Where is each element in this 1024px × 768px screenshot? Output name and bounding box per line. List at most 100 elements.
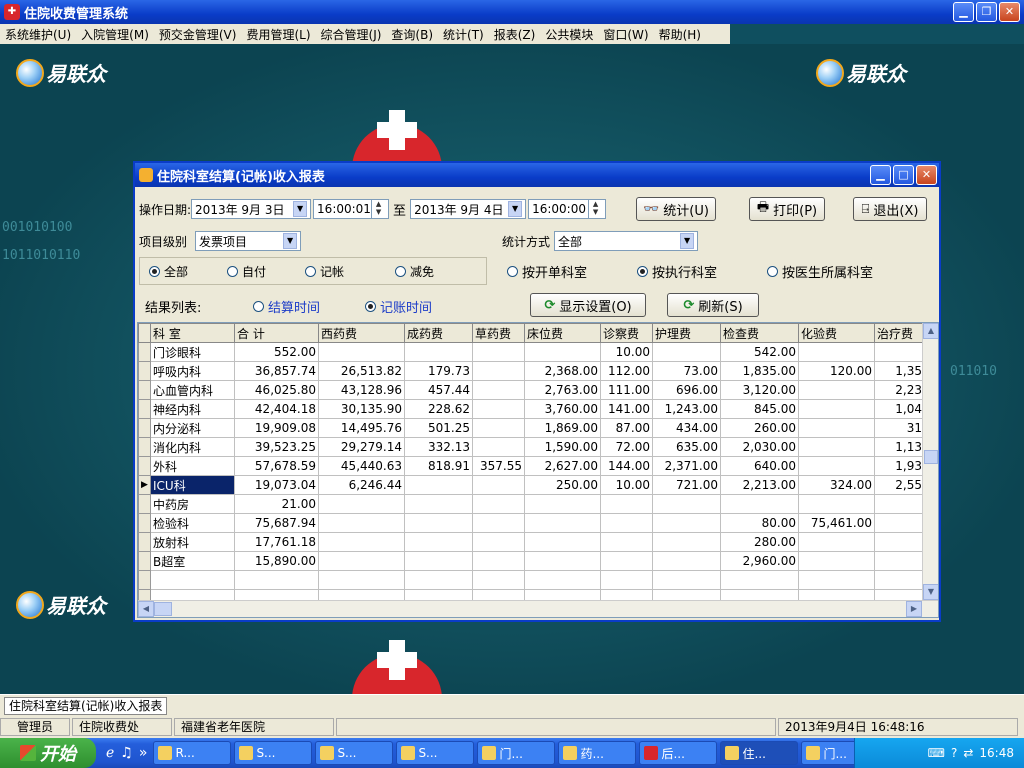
- amount-cell[interactable]: [798, 570, 875, 590]
- table-row[interactable]: 放射科 17,761.18 280.00: [138, 532, 930, 552]
- scroll-up-icon[interactable]: ▲: [923, 323, 938, 339]
- amount-cell[interactable]: [472, 342, 525, 362]
- amount-cell[interactable]: [404, 570, 473, 590]
- amount-cell[interactable]: [720, 494, 799, 514]
- column-header[interactable]: 合 计: [234, 323, 319, 343]
- amount-cell[interactable]: 46,025.80: [234, 380, 319, 400]
- table-row[interactable]: 内分泌科 19,909.08 14,495.76 501.25 1,869.00 87.0…: [138, 418, 930, 438]
- amount-cell[interactable]: 1,93: [874, 456, 925, 476]
- amount-cell[interactable]: [600, 513, 653, 533]
- amount-cell[interactable]: [318, 532, 405, 552]
- amount-cell[interactable]: [404, 494, 473, 514]
- amount-cell[interactable]: [472, 418, 525, 438]
- close-button[interactable]: ✕: [999, 2, 1020, 22]
- amount-cell[interactable]: 357.55: [472, 456, 525, 476]
- amount-cell[interactable]: 2,627.00: [524, 456, 601, 476]
- ie-icon[interactable]: ℯ: [106, 745, 114, 761]
- amount-cell[interactable]: 30,135.90: [318, 399, 405, 419]
- network-icon[interactable]: ⇄: [963, 746, 973, 760]
- amount-cell[interactable]: 1,04: [874, 399, 925, 419]
- dialog-minimize-button[interactable]: ▁: [870, 165, 891, 185]
- column-header[interactable]: 诊察费: [600, 323, 653, 343]
- amount-cell[interactable]: 332.13: [404, 437, 473, 457]
- amount-cell[interactable]: [472, 532, 525, 552]
- radio-by-executing-dept[interactable]: 按执行科室: [637, 262, 759, 281]
- amount-cell[interactable]: 141.00: [600, 399, 653, 419]
- amount-cell[interactable]: 250.00: [524, 475, 601, 495]
- amount-cell[interactable]: 2,55: [874, 475, 925, 495]
- amount-cell[interactable]: 144.00: [600, 456, 653, 476]
- amount-cell[interactable]: 501.25: [404, 418, 473, 438]
- amount-cell[interactable]: [404, 475, 473, 495]
- start-button[interactable]: 开始: [0, 738, 96, 768]
- amount-cell[interactable]: 17,761.18: [234, 532, 319, 552]
- amount-cell[interactable]: 457.44: [404, 380, 473, 400]
- amount-cell[interactable]: 31: [874, 418, 925, 438]
- amount-cell[interactable]: 635.00: [652, 437, 721, 457]
- scroll-down-icon[interactable]: ▼: [923, 584, 938, 600]
- amount-cell[interactable]: 36,857.74: [234, 361, 319, 381]
- amount-cell[interactable]: [652, 342, 721, 362]
- menu-admission[interactable]: 入院管理(M): [76, 26, 154, 43]
- amount-cell[interactable]: 818.91: [404, 456, 473, 476]
- menu-query[interactable]: 查询(B): [386, 26, 438, 43]
- amount-cell[interactable]: 19,073.04: [234, 475, 319, 495]
- amount-cell[interactable]: 1,35: [874, 361, 925, 381]
- menu-help[interactable]: 帮助(H): [654, 26, 706, 43]
- chevron-down-icon[interactable]: ▼: [293, 201, 308, 217]
- dept-cell[interactable]: 检验科: [150, 513, 235, 533]
- amount-cell[interactable]: 1,13: [874, 437, 925, 457]
- column-header[interactable]: 护理费: [652, 323, 721, 343]
- amount-cell[interactable]: 21.00: [234, 494, 319, 514]
- menu-general[interactable]: 综合管理(J): [316, 26, 387, 43]
- amount-cell[interactable]: 324.00: [798, 475, 875, 495]
- time-from-spinner[interactable]: 16:00:01 ▲ ▼: [313, 199, 390, 219]
- vertical-scrollbar[interactable]: ▲ ▼: [922, 323, 938, 600]
- minimize-button[interactable]: ▁: [953, 2, 974, 22]
- amount-cell[interactable]: [600, 570, 653, 590]
- amount-cell[interactable]: 39,523.25: [234, 437, 319, 457]
- date-to-picker[interactable]: 2013年 9月 4日 ▼: [410, 199, 527, 219]
- amount-cell[interactable]: 2,371.00: [652, 456, 721, 476]
- table-row[interactable]: ▶ ICU科 19,073.04 6,246.44 250.00 10.00 721.00 2…: [138, 475, 930, 495]
- amount-cell[interactable]: [524, 551, 601, 571]
- amount-cell[interactable]: [318, 342, 405, 362]
- chevron-down-icon[interactable]: ▼: [680, 233, 695, 249]
- clock[interactable]: 16:48: [979, 746, 1014, 760]
- level-select[interactable]: 发票项目 ▼: [195, 231, 302, 251]
- amount-cell[interactable]: 120.00: [798, 361, 875, 381]
- menu-reports[interactable]: 报表(Z): [489, 26, 541, 43]
- amount-cell[interactable]: 2,763.00: [524, 380, 601, 400]
- dept-cell[interactable]: 呼吸内科: [150, 361, 235, 381]
- amount-cell[interactable]: [404, 551, 473, 571]
- amount-cell[interactable]: 3,120.00: [720, 380, 799, 400]
- amount-cell[interactable]: 2,368.00: [524, 361, 601, 381]
- stat-button[interactable]: 👓 统计(U): [636, 197, 716, 221]
- amount-cell[interactable]: [652, 532, 721, 552]
- taskbar-item[interactable]: R...: [153, 741, 232, 765]
- amount-cell[interactable]: 14,495.76: [318, 418, 405, 438]
- amount-cell[interactable]: [472, 361, 525, 381]
- menu-deposit[interactable]: 预交金管理(V): [154, 26, 242, 43]
- amount-cell[interactable]: [874, 570, 925, 590]
- amount-cell[interactable]: 3,760.00: [524, 399, 601, 419]
- radio-settle-time[interactable]: 结算时间: [253, 297, 357, 316]
- amount-cell[interactable]: [404, 513, 473, 533]
- taskbar-item[interactable]: S...: [234, 741, 313, 765]
- dept-cell[interactable]: [150, 570, 235, 590]
- taskbar-item-active[interactable]: 住...: [720, 741, 799, 765]
- report-grid[interactable]: 科 室 合 计 西药费 成药费 草药费 床位费 诊察费 护理费 检查费 化验费 …: [137, 322, 939, 618]
- amount-cell[interactable]: [600, 551, 653, 571]
- amount-cell[interactable]: [720, 570, 799, 590]
- amount-cell[interactable]: 542.00: [720, 342, 799, 362]
- taskbar-item[interactable]: 药...: [558, 741, 637, 765]
- amount-cell[interactable]: [798, 551, 875, 571]
- table-row[interactable]: 外科 57,678.59 45,440.63 818.91 357.55 2,627.00…: [138, 456, 930, 476]
- amount-cell[interactable]: 42,404.18: [234, 399, 319, 419]
- chevron-down-icon[interactable]: ▼: [508, 201, 523, 217]
- dept-cell[interactable]: 神经内科: [150, 399, 235, 419]
- amount-cell[interactable]: 10.00: [600, 475, 653, 495]
- amount-cell[interactable]: [472, 380, 525, 400]
- column-header[interactable]: 草药费: [472, 323, 525, 343]
- amount-cell[interactable]: 43,128.96: [318, 380, 405, 400]
